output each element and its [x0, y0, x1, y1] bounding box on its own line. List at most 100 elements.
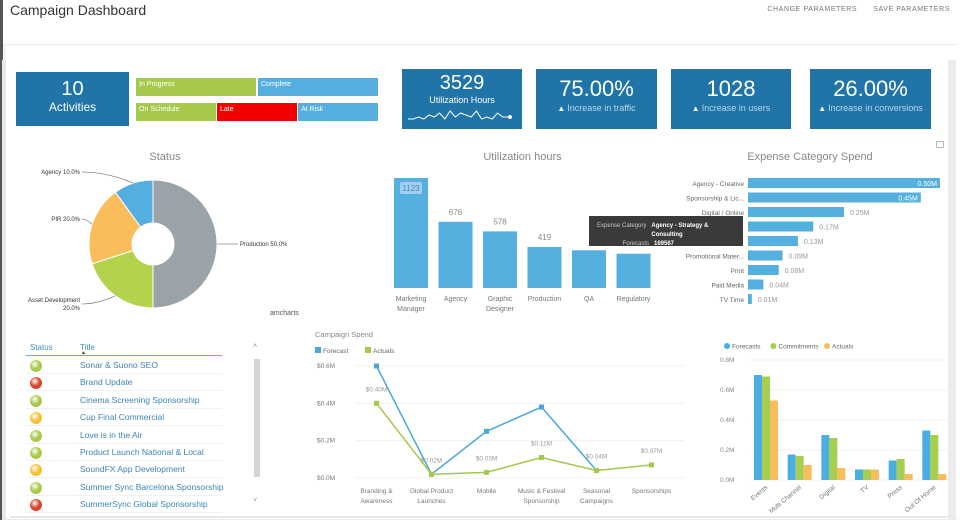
conversions-label: Increase in conversions — [828, 103, 923, 113]
pie-label: Production 50.0% — [240, 242, 288, 248]
bar-commitments — [829, 438, 838, 480]
activities-count: 10 — [61, 78, 84, 100]
amcharts-credit: amcharts — [270, 310, 299, 317]
expense-value-label: 0.45M — [898, 196, 918, 203]
tag-complete[interactable]: Complete — [258, 78, 378, 96]
util-value-label: 419 — [538, 233, 552, 242]
x-category-label: Music & Festival — [518, 488, 566, 495]
expense-category-label: Print — [731, 268, 745, 275]
bar-actuals — [871, 469, 879, 480]
util-bar — [616, 253, 651, 288]
data-point — [539, 454, 544, 460]
x-category-label: Out Of Home — [904, 484, 938, 514]
list-item-title[interactable]: SummerSync Global Sponsorship — [80, 499, 208, 509]
y-tick-label: 0.6M — [720, 387, 734, 394]
data-point — [374, 363, 379, 369]
list-item-title[interactable]: Love is in the Air — [80, 430, 142, 440]
bar-forecasts — [888, 460, 897, 480]
expense-bar — [748, 236, 798, 246]
legend-swatch — [724, 343, 730, 349]
data-point — [374, 400, 379, 406]
expense-bar — [748, 265, 779, 275]
expense-category-label: Agency - Creative — [692, 181, 744, 188]
bar-actuals — [770, 400, 778, 480]
scroll-thumb[interactable] — [254, 359, 260, 477]
tooltip-key: Forecasts — [622, 241, 649, 247]
x-category-label: Events — [750, 484, 770, 503]
kpi-utilization[interactable]: 3529 Utilization Hours — [402, 69, 522, 129]
users-label: Increase in users — [701, 103, 771, 113]
util-category-label: Manager — [397, 306, 425, 313]
list-item-title[interactable]: Brand Update — [80, 377, 132, 387]
list-item[interactable]: SoundFX App Development — [26, 461, 222, 479]
expand-icon[interactable] — [936, 141, 944, 148]
kpi-traffic[interactable]: 75.00% ▲ Increase in traffic — [536, 69, 657, 129]
util-category-label: Agency — [444, 296, 468, 303]
series-line-actuals — [375, 402, 652, 476]
tag-at-risk[interactable]: At Risk — [298, 103, 378, 121]
bar-actuals — [904, 474, 913, 480]
list-item[interactable]: Sonar & Suono SEO — [26, 357, 222, 374]
list-item[interactable]: SummerSync Global Sponsorship — [26, 496, 222, 514]
legend-swatch — [315, 347, 321, 353]
list-item-title[interactable]: Product Launch National & Local — [80, 447, 204, 457]
kpi-conversions[interactable]: 26.00% ▲ Increase in conversions — [810, 69, 931, 129]
list-item-title[interactable]: Cup Final Commercial — [80, 412, 164, 422]
pie-label: 20.0% — [63, 306, 81, 312]
pie-label: Agency 10.0% — [41, 170, 80, 176]
y-tick-label: $0.0M — [317, 475, 335, 482]
list-item[interactable]: Brand Update — [26, 374, 222, 392]
list-item-title[interactable]: Summer Sync Barcelona Sponsorship — [80, 482, 224, 492]
pie-label-line — [81, 171, 134, 184]
legend-swatch — [824, 343, 830, 349]
util-value-label: 578 — [493, 217, 507, 226]
list-item-title[interactable]: Sonar & Suono SEO — [80, 360, 158, 370]
expense-bar — [748, 279, 764, 290]
expense-bar — [748, 178, 940, 188]
list-item-title[interactable]: SoundFX App Development — [80, 464, 185, 474]
bar-forecasts — [787, 454, 796, 480]
y-tick-label: 0.2M — [720, 447, 734, 454]
save-parameters-button[interactable]: SAVE PARAMETERS — [873, 6, 950, 13]
column-status[interactable]: Status — [30, 343, 53, 352]
x-category-label: Branding & — [360, 488, 393, 495]
header-actions: CHANGE PARAMETERS SAVE PARAMETERS — [767, 6, 950, 13]
util-category-label: Graphic — [488, 296, 513, 303]
expense-value-label: 0.17M — [819, 225, 839, 232]
kpi-users[interactable]: 1028 ▲ Increase in users — [671, 69, 791, 129]
expense-value-label: 0.08M — [785, 268, 805, 275]
x-category-label: Sponsorships — [632, 488, 672, 495]
status-indicator-green — [30, 394, 42, 407]
bar-commitments — [795, 456, 804, 480]
tag-on-schedule[interactable]: On Schedule — [136, 103, 216, 121]
x-category-label: Press — [887, 484, 905, 501]
data-label: $0.03M — [476, 455, 498, 462]
tooltip-key: Expense Category — [597, 223, 647, 229]
change-parameters-button[interactable]: CHANGE PARAMETERS — [767, 6, 857, 13]
tag-late[interactable]: Late — [217, 103, 297, 121]
scroll-down-icon[interactable]: ˅ — [253, 497, 257, 504]
tooltip-value: Agency - Strategy & Consulting — [651, 223, 709, 238]
list-item[interactable]: Summer Sync Barcelona Sponsorship — [26, 479, 224, 496]
kpi-activities[interactable]: 10 Activities — [16, 72, 129, 126]
list-item[interactable]: Cup Final Commercial — [26, 409, 222, 427]
bar-commitments — [896, 459, 905, 480]
expense-value-label: 0.01M — [758, 297, 778, 304]
y-tick-label: $0.2M — [317, 438, 335, 445]
list-item[interactable]: Product Launch National & Local — [26, 444, 222, 461]
list-item-title[interactable]: Cinema Screening Sponsorship — [80, 395, 200, 405]
x-category-label: Sponsorship — [523, 498, 560, 505]
tag-in-progress[interactable]: In Progress — [136, 78, 256, 96]
util-bar — [438, 221, 473, 288]
util-category-label: QA — [584, 296, 594, 303]
utilization-label: Utilization Hours — [429, 95, 495, 105]
left-rail — [2, 60, 6, 520]
util-category-label: Designer — [486, 306, 515, 313]
page-title: Campaign Dashboard — [10, 2, 147, 18]
list-item[interactable]: Love is in the Air — [26, 427, 222, 444]
traffic-value: 75.00% — [559, 76, 634, 101]
list-item[interactable]: Cinema Screening Sponsorship — [26, 392, 222, 409]
list-scrollbar[interactable]: ˄ ˅ — [253, 343, 260, 509]
status-indicator-green — [30, 360, 42, 372]
scroll-up-icon[interactable]: ˄ — [253, 343, 257, 350]
